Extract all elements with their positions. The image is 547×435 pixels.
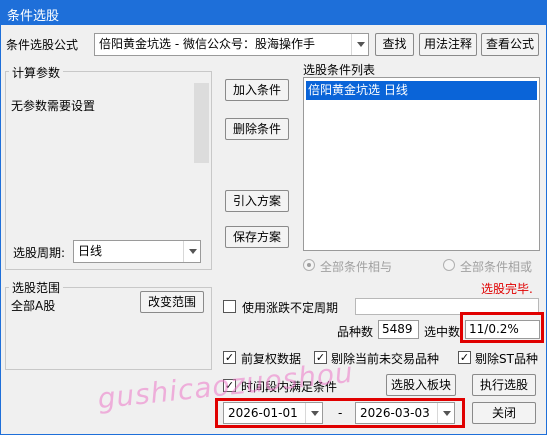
chevron-down-icon[interactable]: [351, 34, 368, 55]
add-condition-button[interactable]: 加入条件: [225, 79, 289, 101]
params-scrollbar[interactable]: [194, 83, 209, 163]
exclude-untraded-checkbox[interactable]: ✓: [314, 351, 327, 364]
variety-count-label: 品种数: [337, 325, 374, 339]
delete-condition-button[interactable]: 删除条件: [225, 118, 289, 140]
conditions-list-title: 选股条件列表: [303, 63, 376, 77]
formula-select-value: 倍阳黄金坑选 - 微信公众号：股海操作手: [99, 37, 315, 51]
window-title: 条件选股: [7, 9, 60, 24]
use-variable-period-label: 使用涨跌不定周期: [242, 301, 339, 315]
radio-all-or-label: 全部条件相或: [460, 260, 533, 274]
variety-count-value: 5489: [382, 322, 413, 336]
dialog-window: 条件选股 条件选股公式 倍阳黄金坑选 - 微信公众号：股海操作手 查找 用法注释…: [0, 0, 547, 435]
radio-all-or[interactable]: [443, 259, 455, 271]
chevron-down-icon[interactable]: [183, 241, 200, 262]
time-range-label: 时间段内满足条件: [241, 380, 338, 394]
pre-adjust-checkbox[interactable]: ✓: [223, 351, 236, 364]
period-select[interactable]: 日线: [73, 240, 201, 263]
variety-count-field: 5489: [378, 320, 419, 339]
title-bar[interactable]: 条件选股: [1, 1, 546, 25]
period-select-value: 日线: [78, 244, 103, 258]
exclude-st-checkbox[interactable]: ✓: [458, 351, 471, 364]
params-text: 无参数需要设置: [11, 99, 96, 113]
execute-button[interactable]: 执行选股: [472, 374, 536, 396]
time-range-checkbox[interactable]: ✓: [223, 379, 236, 392]
period-label: 选股周期:: [13, 246, 66, 260]
find-button[interactable]: 查找: [375, 33, 414, 56]
date-highlight-box: [215, 398, 465, 428]
close-button[interactable]: 关闭: [472, 402, 536, 424]
radio-all-and-label: 全部条件相与: [320, 260, 393, 274]
scope-group-title: 选股范围: [9, 279, 64, 296]
list-item-label: 倍阳黄金坑选 日线: [308, 83, 408, 97]
exclude-st-label: 剔除ST品种: [475, 352, 538, 366]
exclude-untraded-label: 剔除当前未交易品种: [331, 352, 440, 366]
usage-notes-button[interactable]: 用法注释: [419, 33, 477, 56]
save-scheme-button[interactable]: 保存方案: [225, 226, 289, 248]
radio-all-and[interactable]: [303, 259, 315, 271]
params-group-title: 计算参数: [9, 64, 64, 81]
scope-value: 全部A股: [11, 299, 56, 313]
use-variable-period-checkbox[interactable]: [223, 300, 236, 313]
conditions-list[interactable]: 倍阳黄金坑选 日线: [303, 77, 540, 251]
selected-highlight-box: [460, 312, 544, 343]
import-scheme-button[interactable]: 引入方案: [225, 190, 289, 212]
selected-count-label: 选中数: [424, 325, 461, 339]
change-scope-button[interactable]: 改变范围: [140, 291, 204, 313]
to-block-button[interactable]: 选股入板块: [386, 374, 456, 396]
pre-adjust-label: 前复权数据: [241, 352, 302, 366]
status-text: 选股完毕.: [481, 282, 533, 296]
formula-label: 条件选股公式: [6, 38, 79, 52]
view-formula-button[interactable]: 查看公式: [481, 33, 539, 56]
formula-select[interactable]: 倍阳黄金坑选 - 微信公众号：股海操作手: [94, 33, 369, 56]
list-item[interactable]: 倍阳黄金坑选 日线: [306, 81, 537, 100]
